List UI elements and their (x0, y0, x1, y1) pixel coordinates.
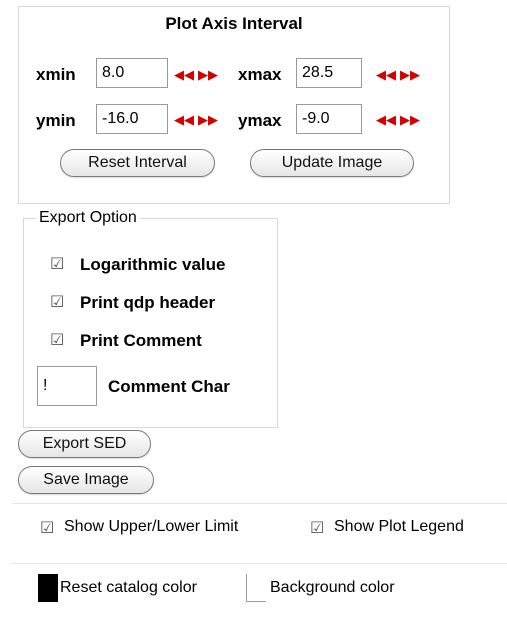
ymin-decrease-icon[interactable]: ◀◀ (174, 113, 194, 126)
xmax-increase-icon[interactable]: ▶▶ (400, 68, 420, 81)
ymax-arrows: ◀◀ ▶▶ (376, 113, 424, 126)
reset-catalog-color-label[interactable]: Reset catalog color (60, 579, 197, 597)
show-limit-checkbox[interactable]: ☑ (40, 518, 54, 538)
export-sed-button[interactable]: Export SED (18, 430, 151, 458)
logarithmic-checkbox[interactable]: ☑ (50, 254, 64, 274)
divider (12, 503, 507, 504)
show-legend-label: Show Plot Legend (334, 518, 464, 535)
export-option-legend: Export Option (36, 209, 140, 227)
print-comment-label: Print Comment (80, 331, 202, 350)
reset-interval-button[interactable]: Reset Interval (60, 149, 215, 177)
background-color-label[interactable]: Background color (270, 579, 395, 597)
ymin-arrows: ◀◀ ▶▶ (174, 113, 222, 126)
axis-panel-title: Plot Axis Interval (165, 14, 303, 33)
ymin-label: ymin (36, 111, 76, 130)
ymax-decrease-icon[interactable]: ◀◀ (376, 113, 396, 126)
comment-char-label: Comment Char (108, 377, 230, 396)
divider (12, 563, 507, 564)
ymax-input[interactable] (296, 104, 362, 134)
background-color-swatch[interactable] (246, 574, 266, 602)
xmin-label: xmin (36, 65, 76, 84)
print-comment-checkbox[interactable]: ☑ (50, 330, 64, 350)
xmin-arrows: ◀◀ ▶▶ (174, 68, 222, 81)
xmax-label: xmax (238, 65, 282, 84)
comment-char-input[interactable] (37, 366, 97, 406)
xmin-input[interactable] (96, 58, 168, 88)
ymax-increase-icon[interactable]: ▶▶ (400, 113, 420, 126)
show-legend-checkbox[interactable]: ☑ (310, 518, 324, 538)
ymin-increase-icon[interactable]: ▶▶ (198, 113, 218, 126)
ymin-input[interactable] (96, 104, 168, 134)
catalog-color-swatch[interactable] (38, 574, 58, 602)
logarithmic-label: Logarithmic value (80, 255, 226, 274)
qdp-header-label: Print qdp header (80, 293, 216, 312)
xmax-decrease-icon[interactable]: ◀◀ (376, 68, 396, 81)
update-image-button[interactable]: Update Image (250, 149, 414, 177)
xmax-arrows: ◀◀ ▶▶ (376, 68, 424, 81)
ymax-label: ymax (238, 111, 282, 130)
xmin-increase-icon[interactable]: ▶▶ (198, 68, 218, 81)
xmax-input[interactable] (296, 58, 362, 88)
xmin-decrease-icon[interactable]: ◀◀ (174, 68, 194, 81)
show-limit-label: Show Upper/Lower Limit (64, 518, 239, 535)
qdp-header-checkbox[interactable]: ☑ (50, 292, 64, 312)
save-image-button[interactable]: Save Image (18, 466, 154, 494)
